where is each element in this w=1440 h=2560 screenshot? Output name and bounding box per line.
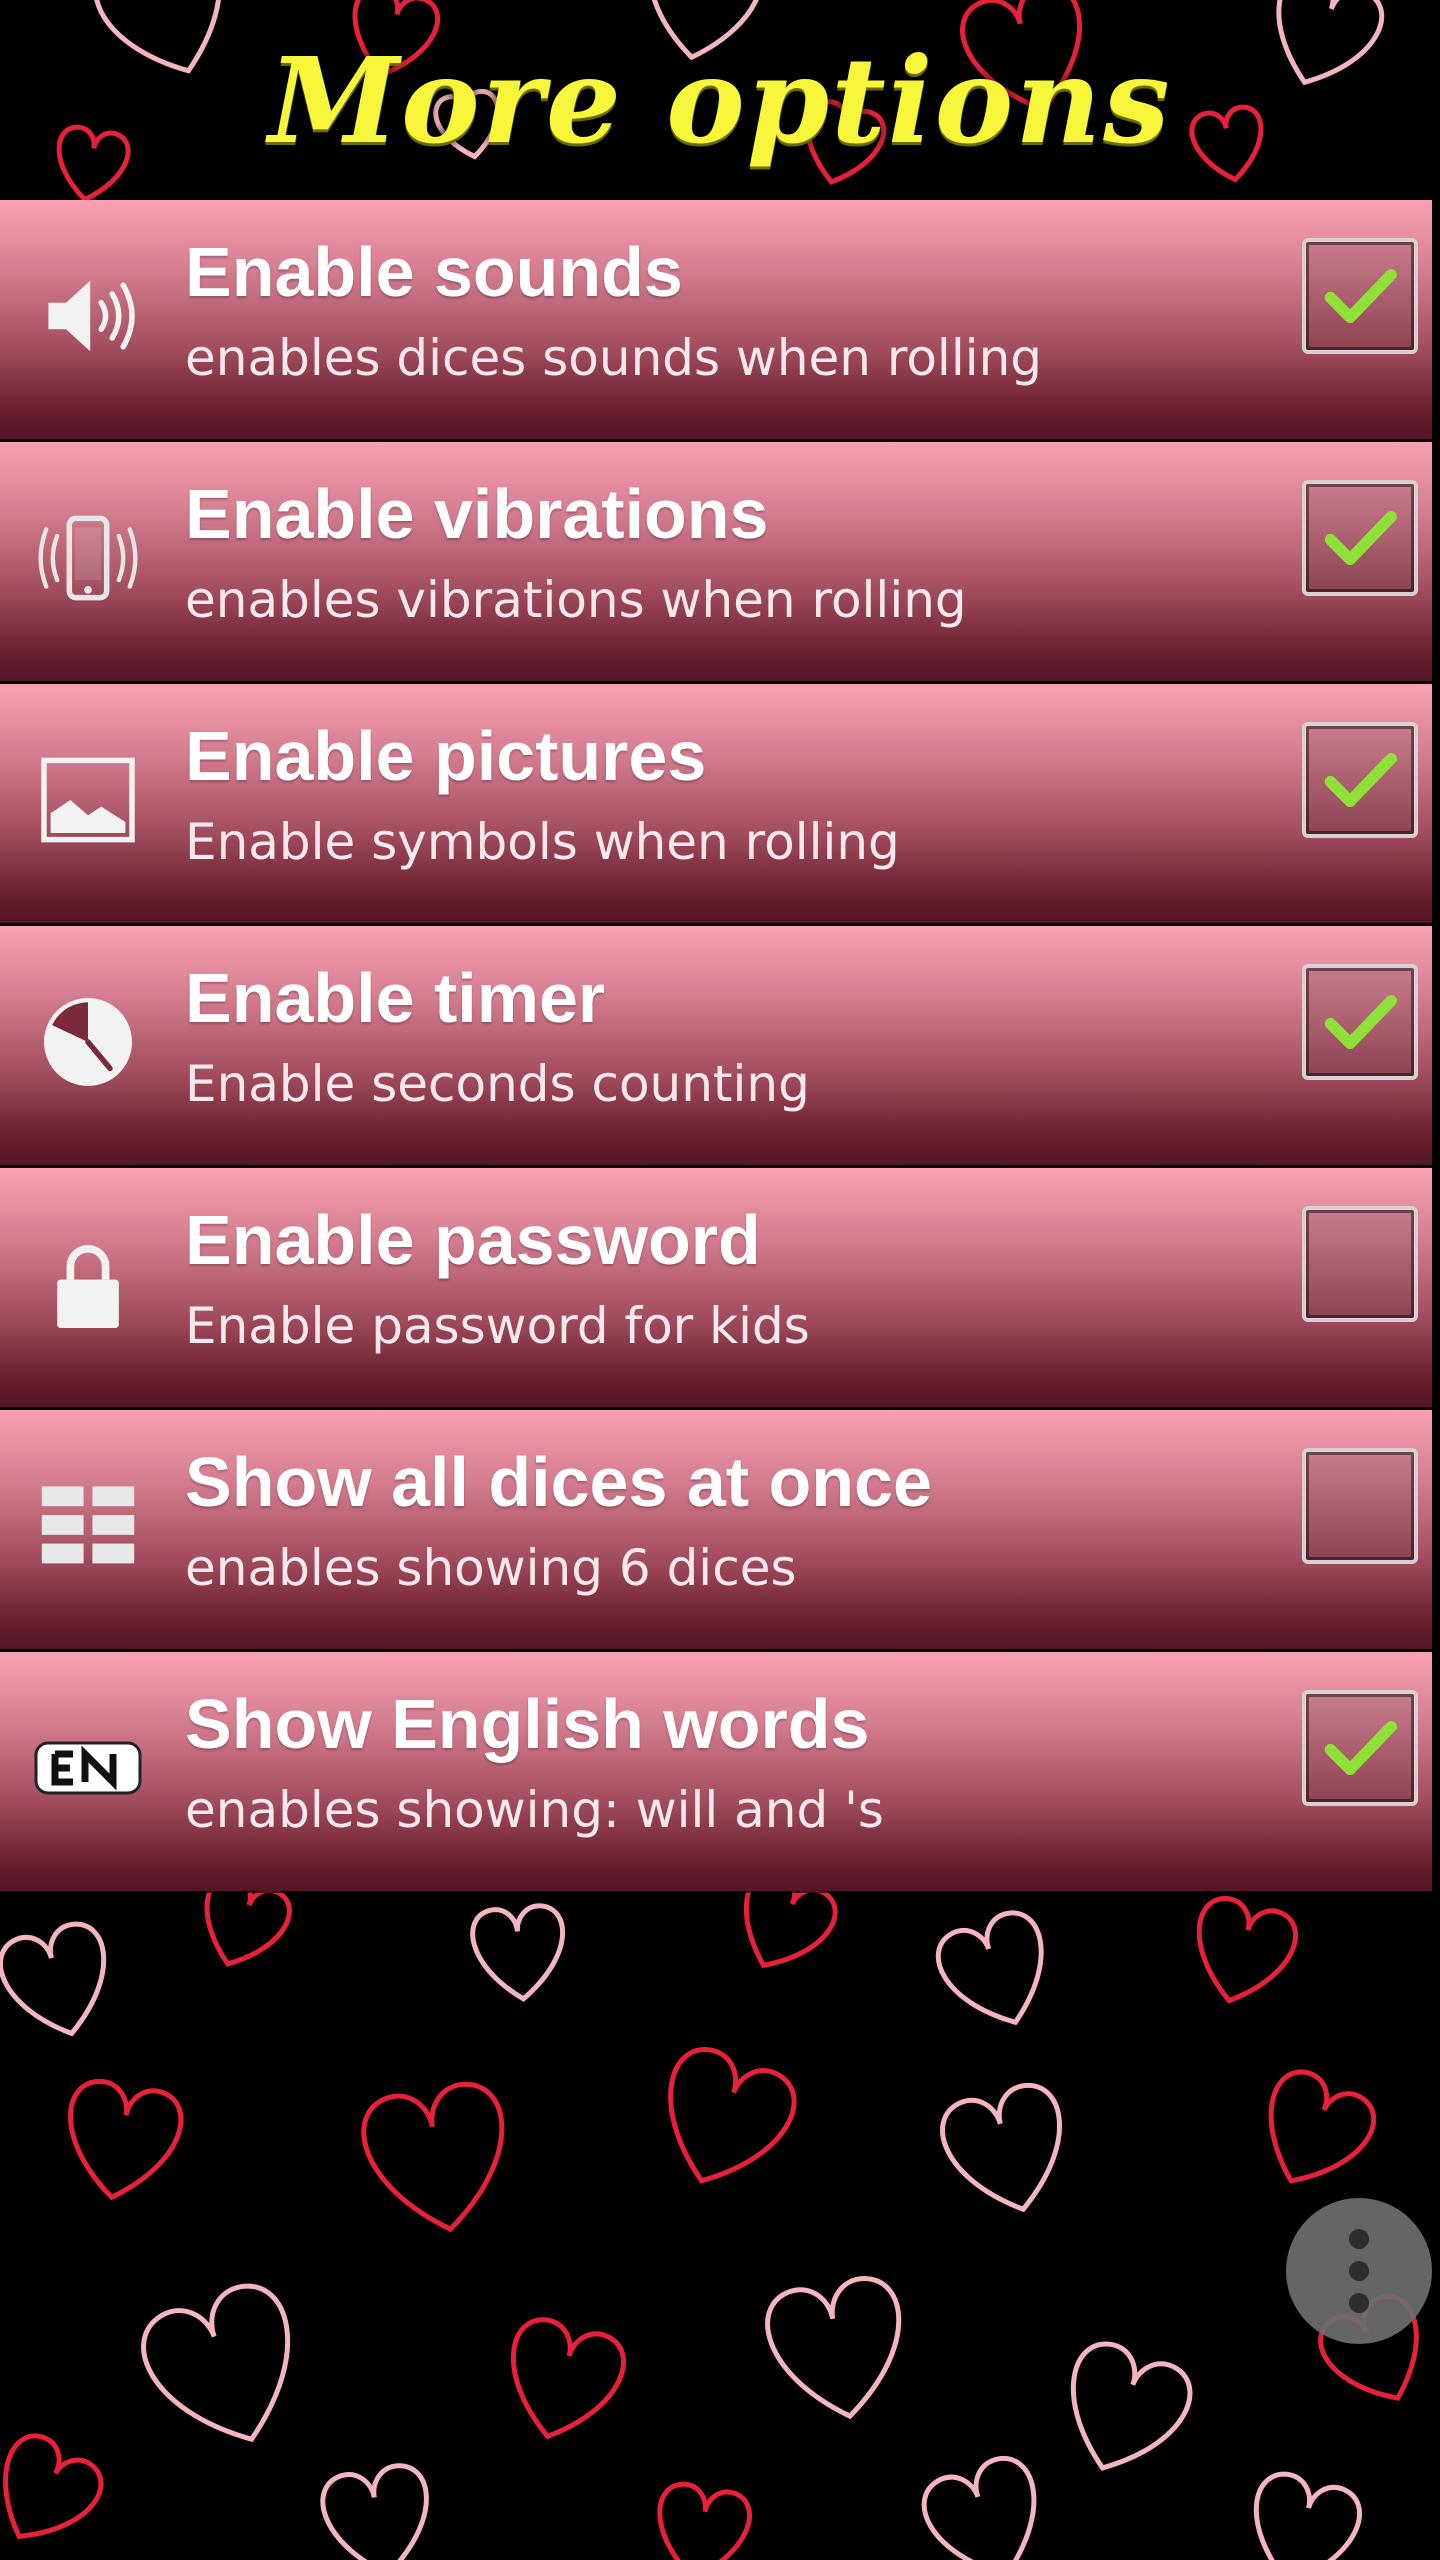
heart-shape [470, 1903, 565, 2002]
heart-shape [1268, 2069, 1376, 2184]
clock-icon [28, 982, 148, 1102]
sounds-checkbox[interactable] [1302, 238, 1418, 354]
heart-shape [320, 2463, 429, 2560]
grid-icon [28, 1466, 148, 1586]
show-all-dices-checkbox[interactable] [1302, 1448, 1418, 1564]
heart-shape [511, 2317, 626, 2440]
option-description: enables vibrations when rolling [185, 571, 967, 629]
heart-shape [1070, 2341, 1193, 2471]
en-icon [28, 1708, 148, 1828]
vibrate-phone-icon [28, 498, 148, 618]
heart-shape [3, 2433, 104, 2540]
option-enable-sounds[interactable]: Enable sounds enables dices sounds when … [0, 200, 1432, 439]
option-enable-pictures[interactable]: Enable pictures Enable symbols when roll… [0, 684, 1432, 923]
heart-shape [657, 2481, 752, 2560]
option-label: Show all dices at once [185, 1443, 932, 1521]
heart-shape [141, 2283, 291, 2443]
option-description: enables showing 6 dices [185, 1539, 797, 1597]
option-label: Enable timer [185, 959, 606, 1037]
checkmark-icon [1324, 752, 1397, 808]
timer-checkbox[interactable] [1302, 964, 1418, 1080]
picture-icon [28, 740, 148, 860]
option-enable-password[interactable]: Enable password Enable password for kids [0, 1168, 1432, 1407]
heart-shape [765, 2276, 902, 2420]
checkmark-icon [1324, 268, 1397, 324]
heart-shape [0, 1921, 107, 2037]
heart-shape [1196, 1896, 1299, 2004]
option-enable-timer[interactable]: Enable timer Enable seconds counting [0, 926, 1432, 1165]
options-list: Enable sounds enables dices sounds when … [0, 200, 1432, 1894]
option-label: Show English words [185, 1685, 870, 1763]
option-description: Enable symbols when rolling [185, 813, 900, 871]
speaker-icon [28, 256, 148, 376]
heart-shape [361, 2081, 505, 2233]
option-label: Enable vibrations [185, 475, 769, 553]
option-description: Enable password for kids [185, 1297, 810, 1355]
pictures-checkbox[interactable] [1302, 722, 1418, 838]
heart-shape [68, 2078, 184, 2201]
heart-shape [935, 1910, 1044, 2026]
heart-shape [668, 2047, 797, 2184]
more-vert-icon [1349, 2229, 1369, 2249]
option-show-english-words[interactable]: Show English words enables showing: will… [0, 1652, 1432, 1891]
option-description: enables showing: will and 's [185, 1781, 884, 1839]
lock-icon [28, 1224, 148, 1344]
option-label: Enable pictures [185, 717, 707, 795]
vibrations-checkbox[interactable] [1302, 480, 1418, 596]
option-show-all-dices[interactable]: Show all dices at once enables showing 6… [0, 1410, 1432, 1649]
option-enable-vibrations[interactable]: Enable vibrations enables vibrations whe… [0, 442, 1432, 681]
checkmark-icon [1324, 1720, 1397, 1776]
option-description: Enable seconds counting [185, 1055, 810, 1113]
option-label: Enable sounds [185, 233, 683, 311]
english-words-checkbox[interactable] [1302, 1690, 1418, 1806]
option-label: Enable password [185, 1201, 761, 1279]
heart-shape [921, 2456, 1037, 2560]
heart-shape [1253, 2471, 1362, 2560]
overflow-menu-button[interactable] [1286, 2198, 1432, 2344]
password-checkbox[interactable] [1302, 1206, 1418, 1322]
checkmark-icon [1324, 510, 1397, 566]
checkmark-icon [1324, 994, 1397, 1050]
page-title: More options [268, 30, 1172, 170]
heart-shape [940, 2083, 1062, 2213]
option-description: enables dices sounds when rolling [185, 329, 1043, 387]
